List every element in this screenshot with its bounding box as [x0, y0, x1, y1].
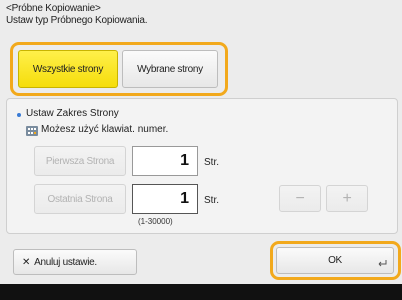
- ok-label: OK: [328, 255, 342, 266]
- first-page-button[interactable]: Pierwsza Strona: [34, 146, 126, 176]
- cancel-settings-label: Anuluj ustawie.: [34, 256, 97, 268]
- page-subtitle: Ustaw typ Próbnego Kopiowania.: [6, 15, 148, 26]
- range-hint: (1-30000): [138, 217, 173, 226]
- keypad-hint: Możesz użyć klawiat. numer.: [41, 124, 169, 135]
- last-page-button[interactable]: Ostatnia Strona: [34, 184, 126, 214]
- first-page-field[interactable]: 1: [132, 146, 198, 176]
- x-icon: ✕: [22, 256, 31, 268]
- cancel-settings-button[interactable]: ✕ Anuluj ustawie.: [13, 249, 137, 275]
- range-heading: Ustaw Zakres Strony: [26, 108, 119, 119]
- bottom-bar: [0, 284, 402, 300]
- selected-pages-button[interactable]: Wybrane strony: [122, 50, 218, 88]
- page-title: <Próbne Kopiowanie>: [6, 3, 101, 14]
- keypad-icon: [26, 123, 38, 136]
- last-page-field[interactable]: 1: [132, 184, 198, 214]
- bullet: [17, 113, 21, 117]
- enter-icon: [378, 259, 387, 270]
- ok-button[interactable]: OK: [276, 247, 394, 274]
- increment-button[interactable]: +: [326, 185, 368, 212]
- first-page-unit: Str.: [204, 157, 220, 168]
- last-page-unit: Str.: [204, 195, 220, 206]
- all-pages-button[interactable]: Wszystkie strony: [18, 50, 118, 88]
- decrement-button[interactable]: −: [279, 185, 321, 212]
